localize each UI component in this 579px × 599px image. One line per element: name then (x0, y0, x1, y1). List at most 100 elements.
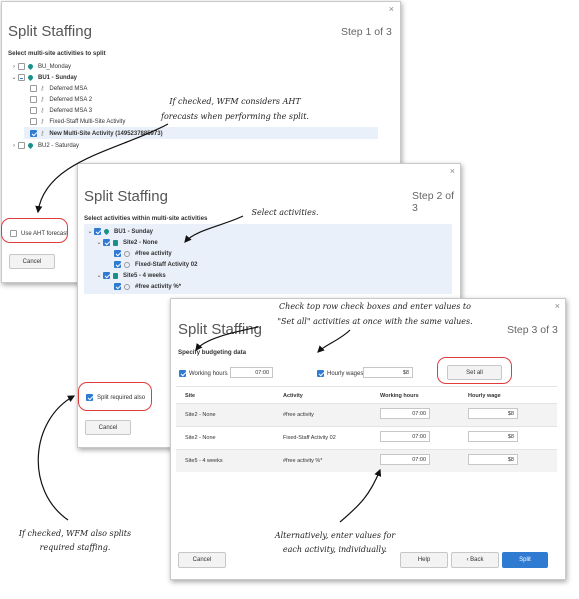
checkbox[interactable] (30, 96, 37, 103)
tree-label: BU1 - Sunday (38, 74, 78, 81)
tree-item-bu2-saturday[interactable]: › BU2 - Saturday (10, 140, 79, 151)
chevron-right-icon[interactable]: › (10, 143, 18, 149)
row-hourly-wage-input[interactable]: $8 (468, 408, 518, 419)
working-hours-input[interactable]: 07:00 (230, 367, 273, 378)
step-indicator: Step 1 of 3 (341, 26, 392, 38)
clock-icon (124, 261, 130, 268)
tree-item-bu1-sunday[interactable]: ⌄ BU1 - Sunday (10, 72, 77, 83)
checkbox[interactable] (103, 239, 110, 246)
tree-item-deferred-msa[interactable]: ⚷ Deferred MSA (30, 83, 87, 94)
tree-label: Deferred MSA 2 (49, 96, 93, 103)
callout-split-required (78, 382, 152, 411)
callout-aht-forecast (1, 218, 68, 243)
hourly-wages-input[interactable]: $8 (363, 367, 413, 378)
tree-item-deferred-msa-3[interactable]: ⚷ Deferred MSA 3 (30, 105, 92, 116)
split-button[interactable]: Split (502, 552, 548, 568)
tree-label: BU2 - Saturday (38, 142, 80, 149)
chevron-down-icon[interactable]: ⌄ (95, 272, 103, 279)
cancel-button[interactable]: Cancel (178, 552, 226, 568)
cancel-button[interactable]: Cancel (85, 420, 131, 435)
key-icon: ⚷ (40, 131, 45, 137)
location-pin-icon (26, 141, 35, 150)
working-hours-label: Working hours (189, 370, 228, 377)
checkbox[interactable] (18, 74, 25, 81)
tree-item-free-activity-pct[interactable]: #free activity %* (114, 281, 181, 292)
checkbox[interactable] (30, 85, 37, 92)
column-header-activity: Activity (283, 393, 303, 399)
hourly-wages-checkbox[interactable] (317, 370, 324, 377)
hourly-wages-label: Hourly wages (327, 370, 364, 377)
checkbox[interactable] (30, 118, 37, 125)
clock-icon (124, 283, 130, 290)
annotation-setall-line2: "Set all" activities at once with the sa… (277, 317, 473, 326)
table-cell-site: Site2 - None (185, 435, 216, 441)
annotation-aht-line2: forecasts when performing the split. (161, 112, 309, 121)
tree-label: New Multi-Site Activity (1495237885973) (49, 130, 163, 137)
chevron-down-icon[interactable]: ⌄ (10, 74, 18, 81)
tree-item-new-msa[interactable]: ⚷ New Multi-Site Activity (1495237885973… (30, 128, 163, 139)
working-hours-checkbox[interactable] (179, 370, 186, 377)
section-label: Select multi-site activities to split (8, 50, 106, 57)
tree-item-site5[interactable]: ⌄ Site5 - 4 weeks (95, 270, 166, 281)
tree-item-bu-monday[interactable]: › BU_Monday (10, 61, 71, 72)
table-divider (176, 426, 557, 427)
back-button[interactable]: ‹ Back (451, 552, 499, 568)
checkbox[interactable] (30, 107, 37, 114)
checkbox[interactable] (114, 283, 121, 290)
checkbox[interactable] (18, 63, 25, 70)
working-hours-setall[interactable]: Working hours (179, 368, 228, 379)
tree-item-deferred-msa-2[interactable]: ⚷ Deferred MSA 2 (30, 94, 92, 105)
table-cell-site: Site2 - None (185, 412, 216, 418)
tree-label: Deferred MSA (49, 85, 88, 92)
chevron-down-icon[interactable]: ⌄ (95, 239, 103, 246)
clock-icon (124, 250, 130, 257)
column-header-working-hours: Working hours (380, 393, 419, 399)
checkbox[interactable] (103, 272, 110, 279)
annotation-select: Select activities. (251, 208, 319, 217)
tree-label: Fixed-Staff Activity 02 (135, 261, 198, 268)
table-cell-site: Site5 - 4 weeks (185, 458, 223, 464)
checkbox[interactable] (94, 228, 101, 235)
table-cell-activity: #free activity %* (283, 458, 323, 464)
chevron-down-icon[interactable]: ⌄ (86, 228, 94, 235)
annotation-aht-line1: If checked, WFM considers AHT (169, 97, 301, 106)
checkbox[interactable] (114, 261, 121, 268)
chevron-right-icon[interactable]: › (10, 64, 18, 70)
site-icon (113, 239, 118, 246)
arrow-split-required (37, 395, 76, 521)
row-working-hours-input[interactable]: 07:00 (380, 454, 430, 465)
row-hourly-wage-input[interactable]: $8 (468, 431, 518, 442)
checkbox[interactable] (114, 250, 121, 257)
location-pin-icon (102, 227, 111, 236)
close-icon[interactable]: × (450, 166, 455, 176)
key-icon: ⚷ (40, 97, 45, 103)
tree-label: #free activity %* (135, 283, 182, 290)
site-icon (113, 272, 118, 279)
section-label: Specify budgeting data (178, 349, 247, 356)
cancel-button[interactable]: Cancel (9, 254, 55, 269)
annotation-setall-line1: Check top row check boxes and enter valu… (279, 302, 471, 311)
tree-item-fixed-staff-msa[interactable]: ⚷ Fixed-Staff Multi-Site Activity (30, 116, 125, 127)
annotation-indiv-line1: Alternatively, enter values for (274, 531, 396, 540)
tree-item-site2[interactable]: ⌄ Site2 - None (95, 237, 158, 248)
table-cell-activity: #free activity (283, 412, 314, 418)
tree-item-fixed-staff-activity[interactable]: Fixed-Staff Activity 02 (114, 259, 197, 270)
tree-label: BU_Monday (38, 63, 72, 70)
checkbox[interactable] (18, 142, 25, 149)
close-icon[interactable]: × (555, 301, 560, 311)
checkbox[interactable] (30, 130, 37, 137)
tree-item-free-activity[interactable]: #free activity (114, 248, 172, 259)
close-icon[interactable]: × (389, 4, 394, 14)
location-pin-icon (26, 73, 35, 82)
row-working-hours-input[interactable]: 07:00 (380, 431, 430, 442)
tree-label: Deferred MSA 3 (49, 107, 93, 114)
row-working-hours-input[interactable]: 07:00 (380, 408, 430, 419)
key-icon: ⚷ (40, 119, 45, 125)
dialog-title: Split Staffing (84, 188, 168, 205)
hourly-wages-setall[interactable]: Hourly wages (317, 368, 363, 379)
location-pin-icon (26, 62, 35, 71)
section-label: Select activities within multi-site acti… (84, 215, 208, 222)
row-hourly-wage-input[interactable]: $8 (468, 454, 518, 465)
tree-label: Site5 - 4 weeks (123, 272, 166, 279)
tree-item-bu1-sunday[interactable]: ⌄ BU1 - Sunday (86, 226, 153, 237)
